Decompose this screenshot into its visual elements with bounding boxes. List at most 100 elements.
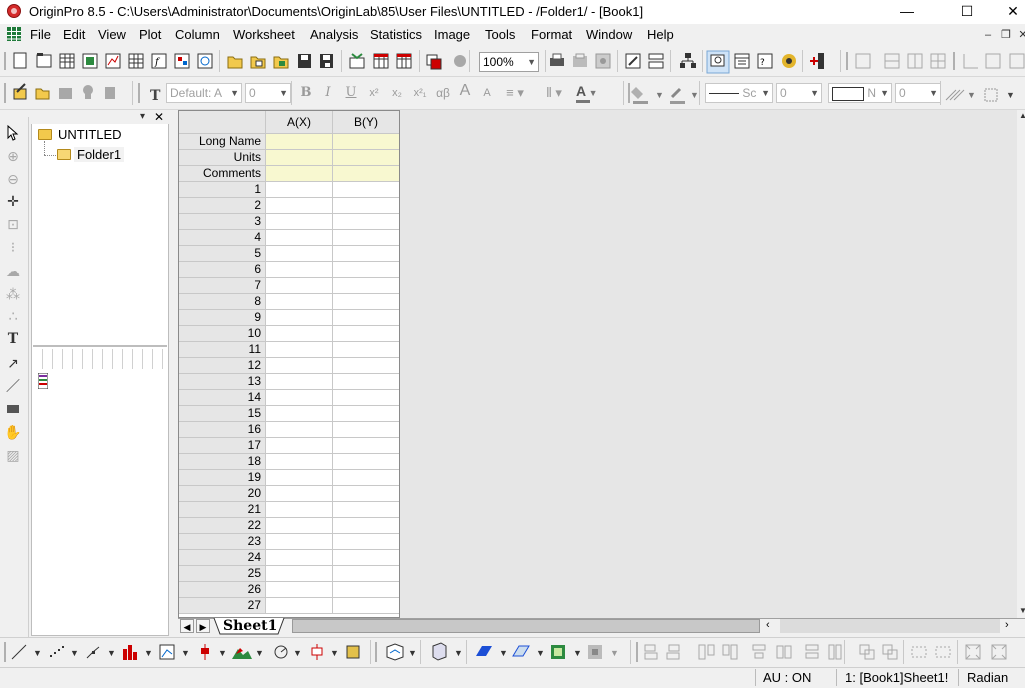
data-cell[interactable] (333, 534, 399, 550)
region-select-tool-icon[interactable]: ☁ (4, 262, 22, 280)
data-cell[interactable] (333, 518, 399, 534)
data-cell[interactable] (266, 374, 333, 390)
row-header[interactable]: 5 (179, 246, 266, 262)
menu-format[interactable]: Format (531, 27, 572, 42)
tree-root-untitled[interactable]: UNTITLED (58, 127, 122, 142)
row-header[interactable]: 25 (179, 566, 266, 582)
row-header[interactable]: 20 (179, 486, 266, 502)
data-cell[interactable] (333, 566, 399, 582)
data-cell[interactable] (333, 374, 399, 390)
menu-edit[interactable]: Edit (63, 27, 85, 42)
label-row-3[interactable]: Comments (179, 166, 266, 182)
font-size-combo[interactable]: 0 ▼ (245, 83, 291, 103)
next-sheet-icon[interactable]: ▶ (196, 619, 210, 633)
data-cell[interactable] (266, 278, 333, 294)
data-cell[interactable] (266, 502, 333, 518)
close-button[interactable]: ✕ (990, 0, 1025, 24)
line-width-combo[interactable]: 0 ▼ (776, 83, 822, 103)
data-cell[interactable] (333, 390, 399, 406)
row-header[interactable]: 19 (179, 470, 266, 486)
data-cell[interactable] (266, 438, 333, 454)
data-cell[interactable] (266, 214, 333, 230)
menu-view[interactable]: View (98, 27, 126, 42)
row-header[interactable]: 13 (179, 374, 266, 390)
data-cell[interactable] (333, 550, 399, 566)
mdi-minimize-button[interactable]: – (980, 28, 996, 42)
data-cell[interactable] (266, 470, 333, 486)
menu-tools[interactable]: Tools (485, 27, 515, 42)
data-cell[interactable] (266, 358, 333, 374)
data-cell[interactable] (266, 294, 333, 310)
row-header[interactable]: 10 (179, 326, 266, 342)
data-cell[interactable] (333, 422, 399, 438)
hand-tool-icon[interactable]: ✋ (4, 423, 22, 441)
row-header[interactable]: 12 (179, 358, 266, 374)
prev-sheet-icon[interactable]: ◀ (180, 619, 194, 633)
data-cell[interactable] (266, 406, 333, 422)
label-cell[interactable] (266, 166, 333, 182)
data-cell[interactable] (266, 246, 333, 262)
row-header[interactable]: 15 (179, 406, 266, 422)
data-cell[interactable] (333, 502, 399, 518)
label-cell[interactable] (333, 150, 399, 166)
menu-column[interactable]: Column (175, 27, 220, 42)
data-cell[interactable] (333, 486, 399, 502)
data-cell[interactable] (266, 582, 333, 598)
data-cell[interactable] (266, 566, 333, 582)
row-header[interactable]: 11 (179, 342, 266, 358)
data-cell[interactable] (333, 454, 399, 470)
row-header[interactable]: 21 (179, 502, 266, 518)
row-header[interactable]: 6 (179, 262, 266, 278)
mdi-close-button[interactable]: ✕ (1015, 28, 1025, 42)
vertical-scrollbar[interactable] (1017, 110, 1025, 618)
menu-help[interactable]: Help (647, 27, 674, 42)
data-cell[interactable] (333, 358, 399, 374)
data-cell[interactable] (266, 326, 333, 342)
data-cell[interactable] (266, 598, 333, 614)
label-cell[interactable] (333, 166, 399, 182)
data-cell[interactable] (333, 278, 399, 294)
row-header[interactable]: 22 (179, 518, 266, 534)
data-cell[interactable] (266, 534, 333, 550)
zoom-combo[interactable]: 100% ▼ (479, 52, 539, 72)
horizontal-scrollbar[interactable] (780, 619, 1000, 633)
data-cell[interactable] (333, 438, 399, 454)
data-cell[interactable] (266, 550, 333, 566)
data-cell[interactable] (333, 582, 399, 598)
row-header[interactable]: 2 (179, 198, 266, 214)
explorer-splitter[interactable] (33, 345, 167, 347)
label-cell[interactable] (333, 134, 399, 150)
worksheet-grid-icon[interactable] (7, 27, 21, 41)
annotation-tool-icon[interactable]: ▨ (4, 446, 22, 464)
superscript-button[interactable]: x² (365, 84, 383, 102)
row-header[interactable]: 9 (179, 310, 266, 326)
data-cell[interactable] (266, 310, 333, 326)
data-cell[interactable] (266, 422, 333, 438)
row-header[interactable]: 3 (179, 214, 266, 230)
column-header-b[interactable]: B(Y) (333, 111, 399, 134)
data-cell[interactable] (333, 182, 399, 198)
fill-combo[interactable]: N ▼ (828, 83, 892, 103)
align-left-icon[interactable]: ≡ ▾ (502, 84, 528, 102)
sheet-tab-sheet1[interactable]: Sheet1 (223, 618, 277, 634)
rectangle-tool-icon[interactable] (4, 400, 22, 418)
increase-font-button[interactable]: A (456, 82, 474, 100)
data-cell[interactable] (266, 486, 333, 502)
data-cell[interactable] (333, 198, 399, 214)
row-header[interactable]: 26 (179, 582, 266, 598)
minimize-button[interactable]: — (884, 0, 930, 24)
explorer-menu-icon[interactable]: ▾ (140, 111, 145, 122)
explorer-close-button[interactable]: ✕ (151, 111, 167, 125)
arrow-tool-icon[interactable]: ↗ (4, 354, 22, 372)
data-cell[interactable] (266, 518, 333, 534)
menu-window[interactable]: Window (586, 27, 632, 42)
row-header[interactable]: 1 (179, 182, 266, 198)
fill-width-combo[interactable]: 0 ▼ (895, 83, 941, 103)
data-cell[interactable] (333, 246, 399, 262)
row-header[interactable]: 17 (179, 438, 266, 454)
text-tool-icon[interactable]: T (4, 330, 22, 348)
label-cell[interactable] (266, 150, 333, 166)
data-cell[interactable] (333, 342, 399, 358)
underline-button[interactable]: U (343, 84, 359, 102)
tree-item-folder1[interactable]: Folder1 (74, 147, 125, 162)
